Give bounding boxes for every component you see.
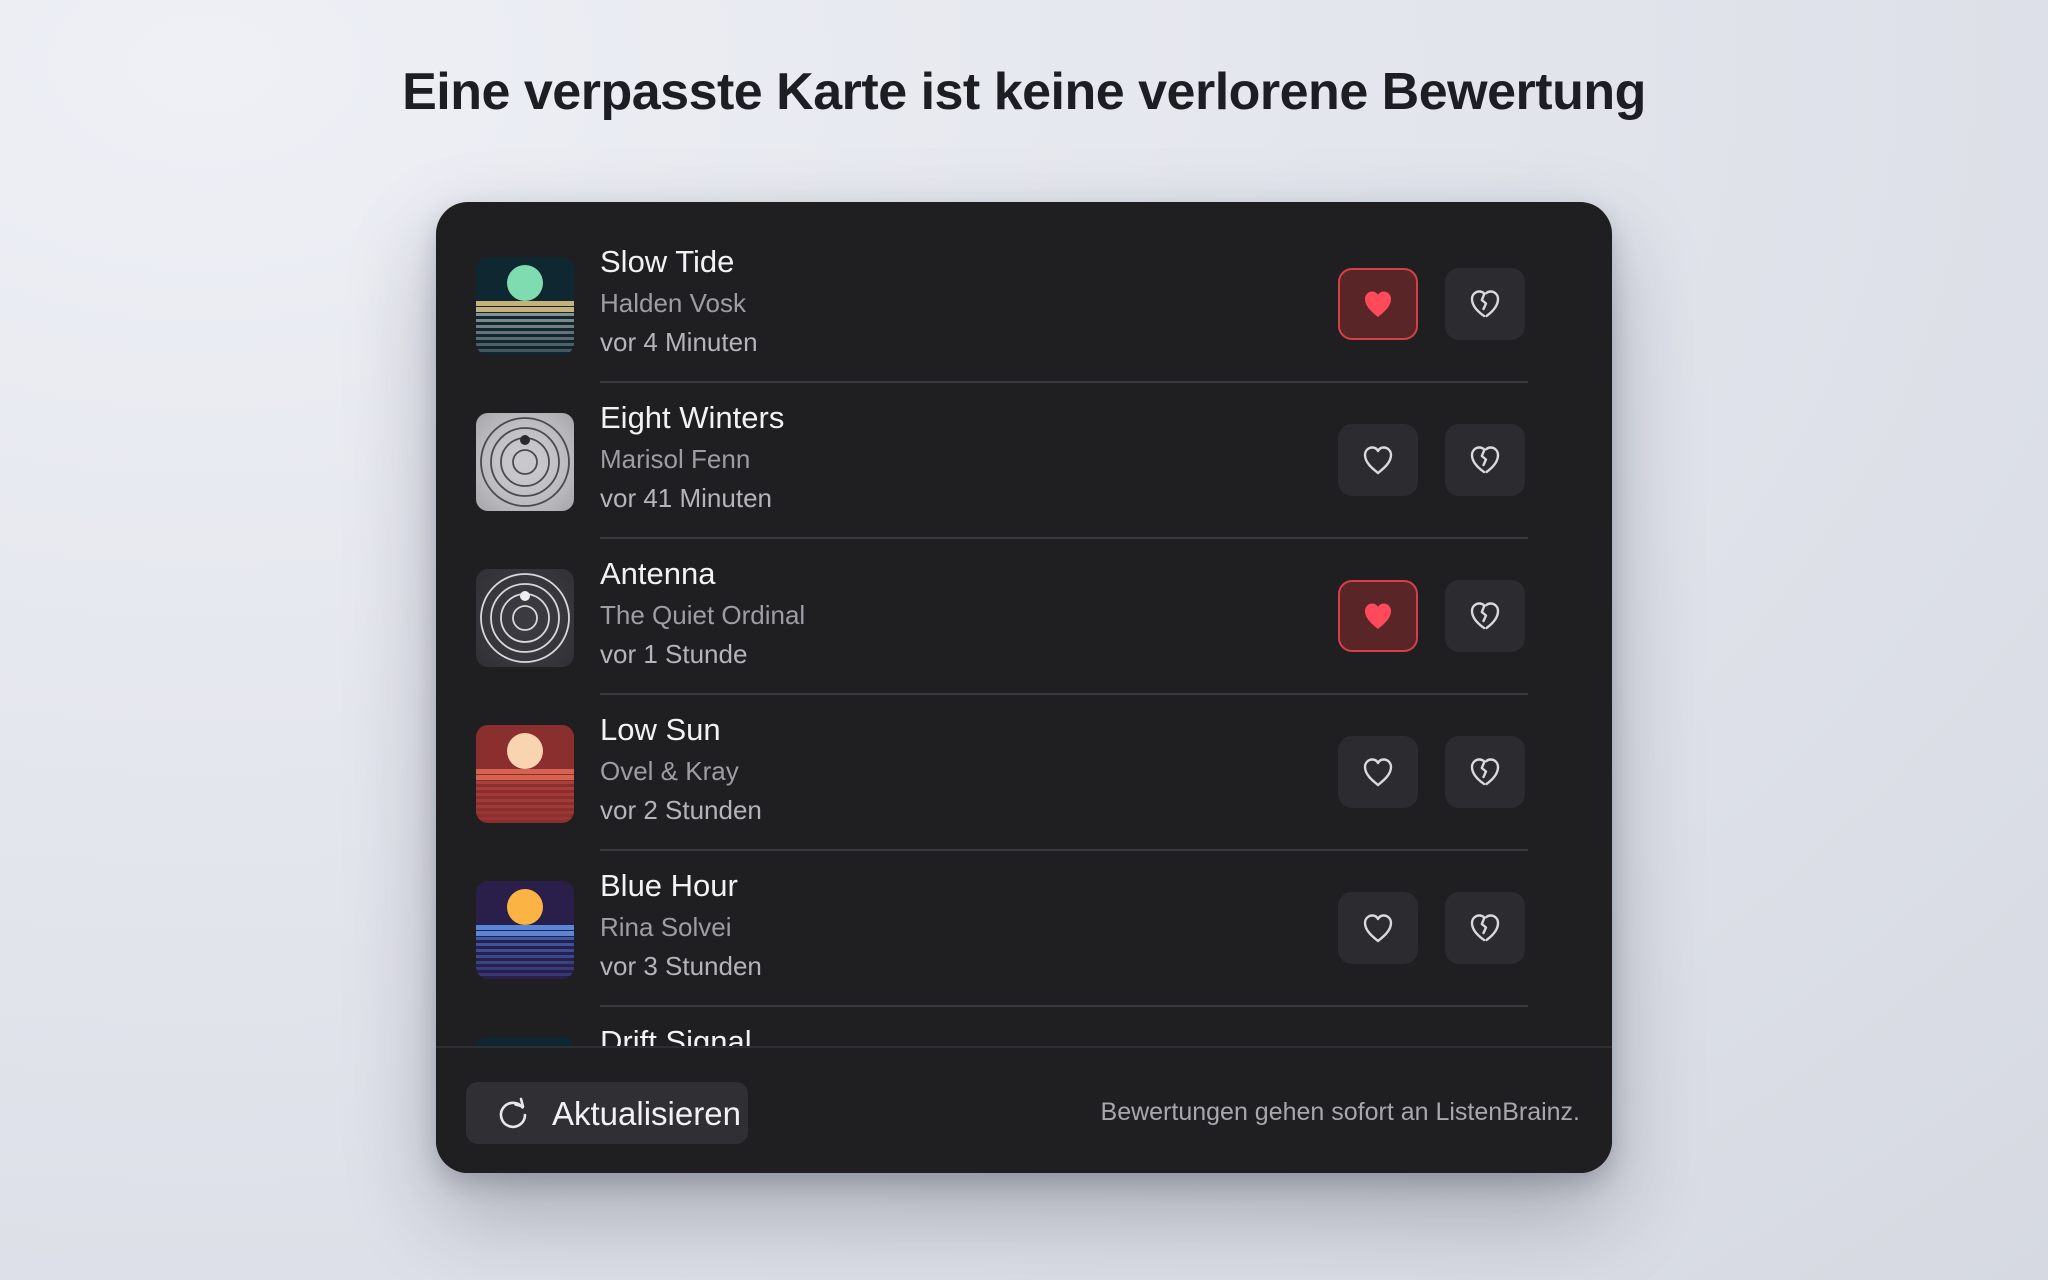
- album-art: [476, 1037, 574, 1046]
- track-time: vor 41 Minuten: [600, 483, 772, 513]
- hate-button[interactable]: [1445, 736, 1525, 808]
- track-title: Blue Hour: [600, 868, 738, 903]
- track-row[interactable]: Eight Winters Marisol Fenn vor 41 Minuten: [436, 358, 1612, 539]
- track-row[interactable]: Blue Hour Rina Solvei vor 3 Stunden: [436, 826, 1612, 1007]
- track-time: vor 2 Stunden: [600, 795, 762, 825]
- heart-icon: [1363, 446, 1393, 475]
- broken-heart-icon: [1470, 914, 1500, 942]
- track-time: vor 1 Stunde: [600, 639, 748, 669]
- track-title: Antenna: [600, 556, 716, 591]
- album-art: [476, 725, 574, 823]
- album-art: [476, 257, 574, 355]
- track-title: Low Sun: [600, 712, 721, 747]
- love-button[interactable]: [1338, 892, 1418, 964]
- album-art-image: [476, 725, 574, 823]
- scrobble-panel: Slow Tide Halden Vosk vor 4 Minuten Eight W…: [436, 202, 1612, 1173]
- album-art-image: [476, 1037, 574, 1046]
- track-artist: The Quiet Ordinal: [600, 600, 806, 630]
- album-art: [476, 413, 574, 511]
- track-title: Drift Signal: [600, 1024, 752, 1046]
- album-art: [476, 881, 574, 979]
- album-art-image: [476, 569, 574, 667]
- track-artist: Rina Solvei: [600, 912, 732, 942]
- album-art: [476, 569, 574, 667]
- track-time: vor 4 Minuten: [600, 327, 758, 357]
- heart-filled-icon: [1365, 291, 1391, 317]
- track-time: vor 3 Stunden: [600, 951, 762, 981]
- album-art-image: [476, 413, 574, 511]
- track-title: Eight Winters: [600, 400, 785, 435]
- heart-filled-icon: [1365, 603, 1391, 629]
- track-row[interactable]: Slow Tide Halden Vosk vor 4 Minuten: [436, 202, 1612, 383]
- album-art-image: [476, 257, 574, 355]
- broken-heart-icon: [1470, 758, 1500, 786]
- broken-heart-icon: [1470, 446, 1500, 474]
- heart-icon: [1363, 758, 1393, 787]
- hate-button[interactable]: [1445, 268, 1525, 340]
- hate-button[interactable]: [1445, 424, 1525, 496]
- track-row[interactable]: Antenna The Quiet Ordinal vor 1 Stunde: [436, 514, 1612, 695]
- hate-button[interactable]: [1445, 580, 1525, 652]
- album-art-image: [476, 881, 574, 979]
- refresh-button[interactable]: Aktualisieren: [466, 1082, 748, 1144]
- refresh-icon: [499, 1097, 527, 1129]
- track-row[interactable]: Drift Signal: [436, 982, 1612, 1046]
- broken-heart-icon: [1470, 290, 1500, 318]
- page-title: Eine verpasste Karte ist keine verlorene…: [402, 63, 1646, 121]
- track-row[interactable]: Low Sun Ovel & Kray vor 2 Stunden: [436, 670, 1612, 851]
- love-button[interactable]: [1338, 580, 1418, 652]
- broken-heart-icon: [1470, 602, 1500, 630]
- track-artist: Halden Vosk: [600, 288, 746, 318]
- heart-icon: [1363, 914, 1393, 943]
- track-list[interactable]: Slow Tide Halden Vosk vor 4 Minuten Eight W…: [436, 202, 1612, 1046]
- love-button[interactable]: [1338, 424, 1418, 496]
- love-button[interactable]: [1338, 736, 1418, 808]
- track-artist: Marisol Fenn: [600, 444, 751, 474]
- refresh-button-label: Aktualisieren: [552, 1095, 741, 1132]
- love-button[interactable]: [1338, 268, 1418, 340]
- footer-note: Bewertungen gehen sofort an ListenBrainz…: [1100, 1098, 1580, 1126]
- track-artist: Ovel & Kray: [600, 756, 739, 786]
- hate-button[interactable]: [1445, 892, 1525, 964]
- track-title: Slow Tide: [600, 244, 735, 279]
- panel-footer: Aktualisieren Bewertungen gehen sofort a…: [436, 1046, 1612, 1173]
